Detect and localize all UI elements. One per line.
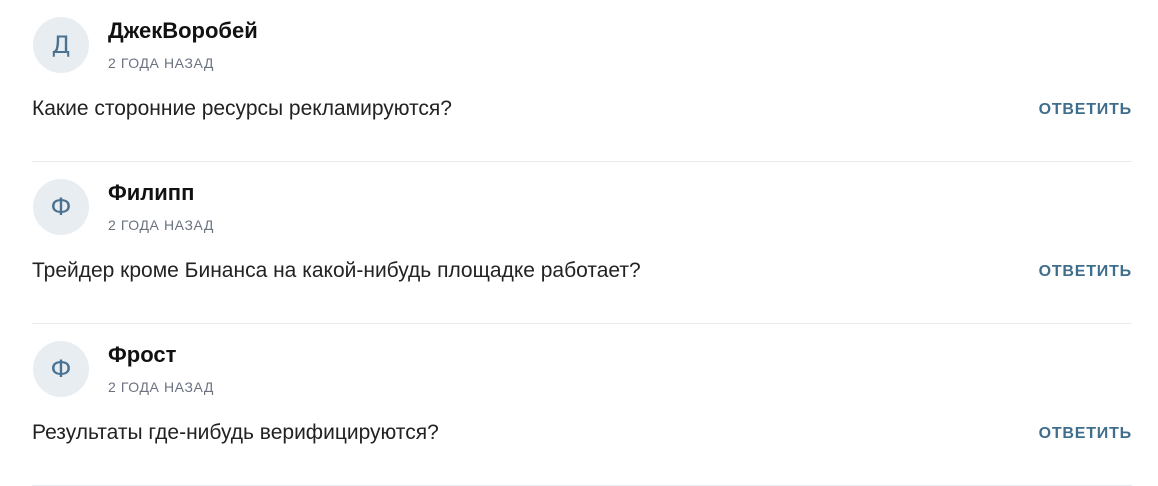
avatar: Ф: [33, 341, 89, 397]
reply-button[interactable]: ОТВЕТИТЬ: [1039, 425, 1132, 443]
avatar-letter: Д: [51, 31, 71, 59]
comment-author: Филипп: [108, 180, 195, 205]
avatar: Ф: [33, 179, 89, 235]
avatar-letter: Ф: [50, 355, 72, 383]
reply-button[interactable]: ОТВЕТИТЬ: [1039, 263, 1132, 281]
comment-author: Фрост: [108, 342, 177, 367]
reply-button[interactable]: ОТВЕТИТЬ: [1039, 101, 1132, 119]
comment-timestamp: 2 ГОДА НАЗАД: [108, 217, 214, 233]
comment-list: Д ДжекВоробей 2 ГОДА НАЗАД Какие сторонн…: [0, 0, 1158, 486]
comment-item: Ф Филипп 2 ГОДА НАЗАД Трейдер кроме Бина…: [32, 162, 1132, 324]
avatar-letter: Ф: [50, 193, 72, 221]
comment-text: Какие сторонние ресурсы рекламируются?: [32, 97, 452, 120]
comment-author: ДжекВоробей: [108, 18, 258, 43]
comment-timestamp: 2 ГОДА НАЗАД: [108, 379, 214, 395]
comment-item: Ф Фрост 2 ГОДА НАЗАД Результаты где-нибу…: [32, 324, 1132, 486]
comment-text: Результаты где-нибудь верифицируются?: [32, 421, 439, 444]
avatar: Д: [33, 17, 89, 73]
comment-item: Д ДжекВоробей 2 ГОДА НАЗАД Какие сторонн…: [32, 0, 1132, 162]
comment-timestamp: 2 ГОДА НАЗАД: [108, 55, 214, 71]
comment-text: Трейдер кроме Бинанса на какой-нибудь пл…: [32, 259, 641, 282]
